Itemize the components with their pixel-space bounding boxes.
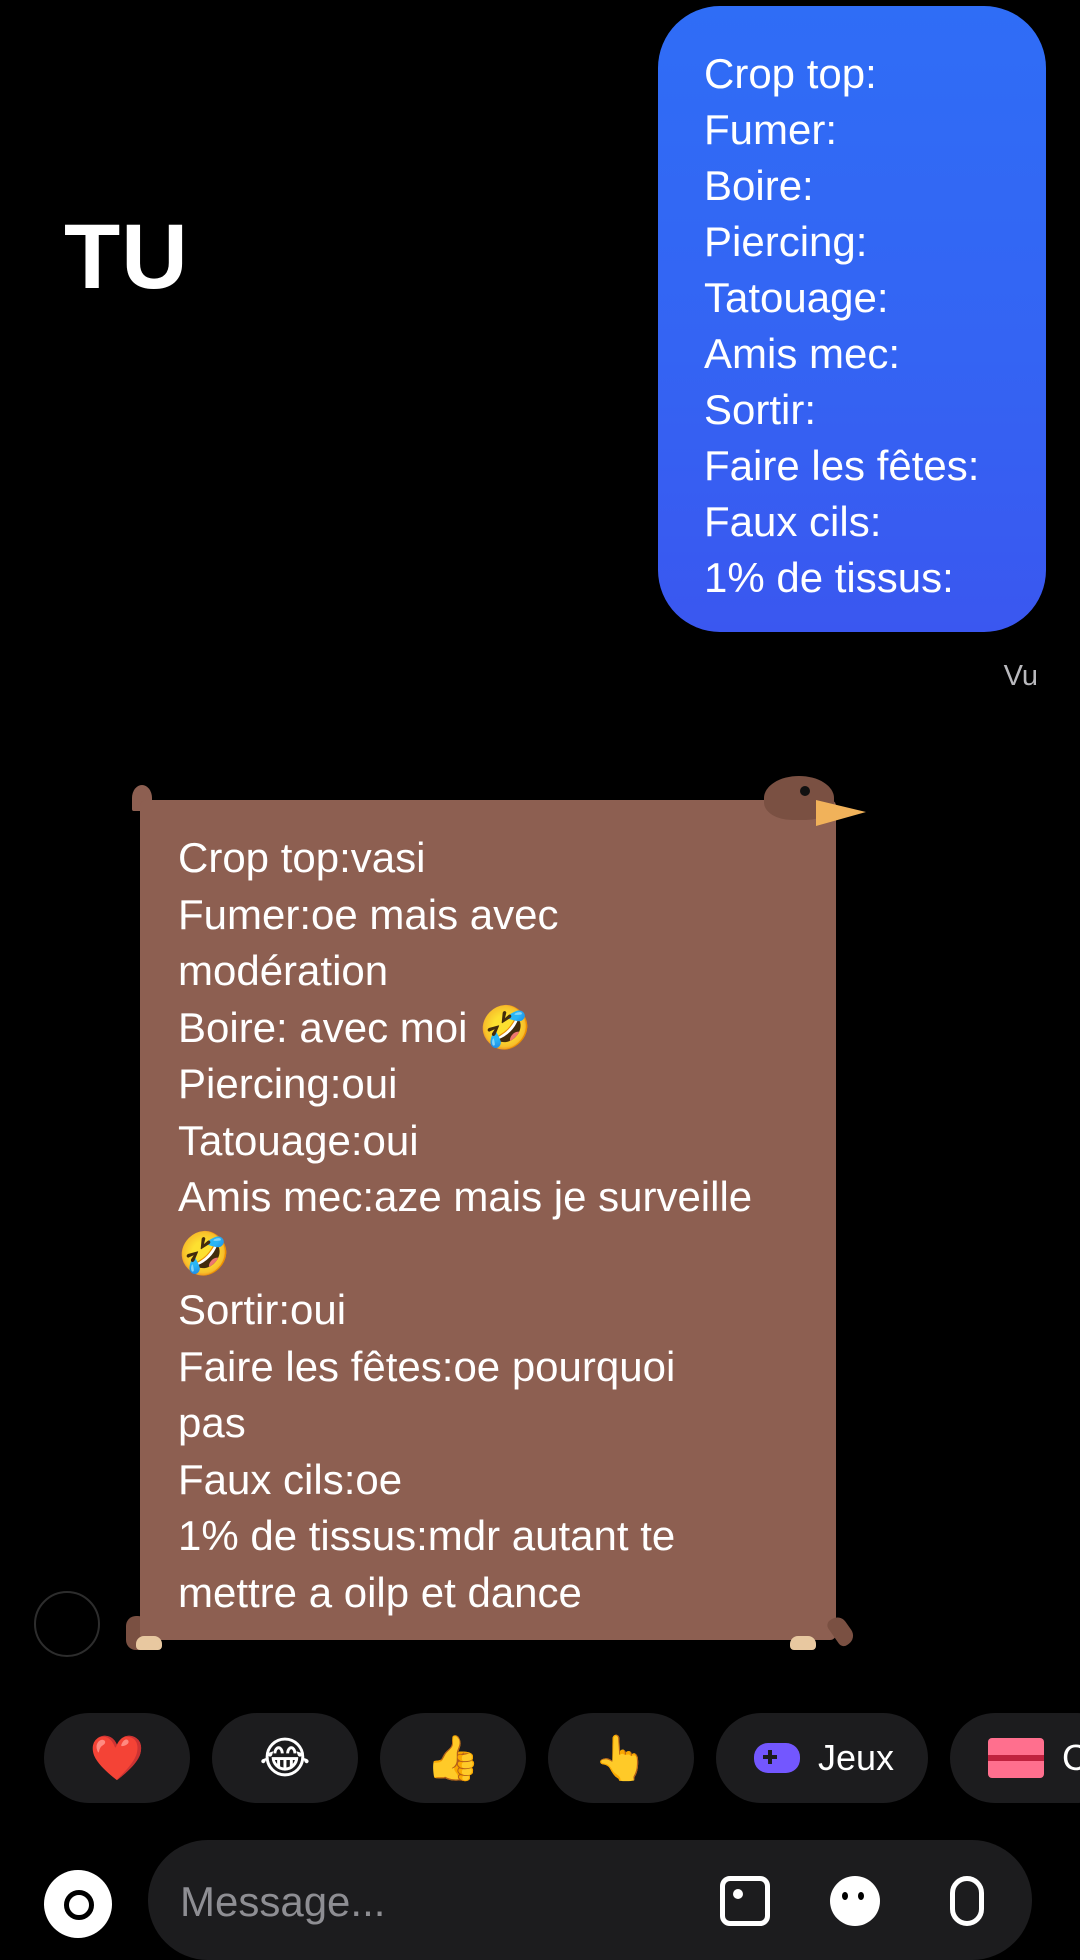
dog-snout-decoration [816, 800, 866, 826]
sticker-icon[interactable] [830, 1876, 880, 1926]
reaction-pointing-hand-button[interactable]: 👆 [548, 1713, 694, 1803]
reaction-laughing-button[interactable]: 😂 [212, 1713, 358, 1803]
received-line: Faire les fêtes:oe pourquoi [178, 1342, 676, 1390]
sent-line: Fumer: [704, 106, 838, 153]
reaction-thumbs-up-button[interactable]: 👍 [380, 1713, 526, 1803]
games-button[interactable]: Jeux [716, 1713, 929, 1803]
sent-line: Crop top: [704, 50, 877, 97]
received-line: Sortir:oui [178, 1286, 347, 1333]
sent-line: Tatouage: [704, 274, 889, 321]
received-line: Tatouage:oui [178, 1116, 419, 1164]
sender-avatar[interactable] [34, 1591, 100, 1657]
message-input-placeholder: Message... [180, 1878, 386, 1925]
received-line: Boire: avec moi 🤣 [178, 1003, 532, 1051]
sent-line: Faire les fêtes: [704, 442, 980, 489]
sent-line: Sortir: [704, 386, 817, 433]
dog-foot-decoration [136, 1636, 162, 1650]
sent-line: Faux cils: [704, 498, 882, 545]
camera-button[interactable] [44, 1870, 112, 1938]
sent-line: Amis mec: [704, 330, 901, 377]
sent-line: 1% de tissus: [704, 554, 954, 601]
microphone-icon[interactable] [950, 1876, 984, 1926]
gift-label: C [1062, 1737, 1080, 1778]
message-composer: Message... [0, 1840, 1080, 1960]
gamepad-icon [754, 1743, 800, 1773]
received-line: Crop top:vasi [178, 834, 426, 881]
gift-button[interactable]: C [950, 1713, 1080, 1803]
overlay-title: TU [64, 206, 189, 308]
received-line: Amis mec:aze mais je surveille [178, 1173, 753, 1220]
received-line: 🤣 [178, 1229, 231, 1277]
games-label: Jeux [818, 1737, 895, 1778]
laughing-face-icon: 😂 [259, 1733, 311, 1783]
heart-icon: ❤️ [89, 1734, 145, 1783]
received-line: pas [178, 1399, 246, 1446]
received-line: 1% de tissus:mdr autant te [178, 1512, 676, 1559]
gallery-icon[interactable] [720, 1876, 770, 1926]
received-line: modération [178, 947, 389, 994]
received-message-bubble[interactable]: Crop top:vasi Fumer:oe mais avec modérat… [140, 800, 836, 1640]
sent-line: Piercing: [704, 218, 868, 265]
sent-message-bubble[interactable]: Crop top: Fumer: Boire: Piercing: Tatoua… [658, 6, 1046, 632]
thumbs-up-icon: 👍 [425, 1734, 481, 1783]
dog-foot-decoration [790, 1636, 816, 1650]
reaction-heart-button[interactable]: ❤️ [44, 1713, 190, 1803]
dog-eye-decoration [800, 786, 810, 796]
received-line: Piercing:oui [178, 1060, 398, 1107]
pointing-hand-icon: 👆 [593, 1734, 649, 1783]
received-line: Fumer:oe mais avec [178, 890, 559, 938]
seen-status: Vu [1003, 660, 1038, 692]
gift-icon [988, 1738, 1045, 1778]
received-line: mettre a oilp et dance [178, 1568, 582, 1616]
sent-line: Boire: [704, 162, 814, 209]
quick-reaction-bar: ❤️ 😂 👍 👆 Jeux C [44, 1713, 1080, 1803]
received-line: Faux cils:oe [178, 1455, 403, 1503]
